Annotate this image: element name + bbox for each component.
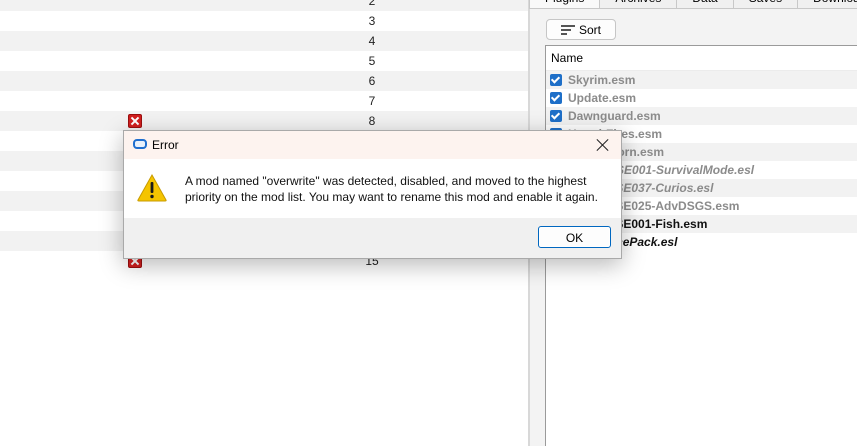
sort-button-label: Sort [578, 22, 601, 37]
mod-priority: 5 [368, 54, 376, 68]
dialog-message: A mod named "overwrite" was detected, di… [185, 174, 598, 204]
plugin-name: Skyrim.esm [568, 73, 636, 87]
mod-priority: 8 [368, 114, 376, 128]
dialog-title: Error [152, 138, 179, 152]
plugin-row[interactable]: Skyrim.esm [546, 71, 857, 89]
plugin-checkbox[interactable] [550, 74, 562, 86]
mod-priority: 7 [368, 94, 376, 108]
sort-icon [560, 24, 575, 36]
mod-priority: 4 [368, 34, 376, 48]
plugin-name: Dawnguard.esm [568, 109, 661, 123]
warning-icon [137, 174, 167, 202]
plugin-row[interactable]: Dawnguard.esm [546, 107, 857, 125]
plugin-checkbox[interactable] [550, 110, 562, 122]
plugin-name: Update.esm [568, 91, 637, 105]
tab-divider [530, 8, 857, 9]
app-icon [133, 139, 147, 149]
plugin-checkbox[interactable] [550, 92, 562, 104]
ok-button[interactable]: OK [538, 226, 611, 248]
mod-list-row[interactable]: 4 [0, 31, 528, 51]
mod-list-row[interactable]: 8 [0, 111, 528, 131]
mod-list-row[interactable]: 3 [0, 11, 528, 31]
mod-priority: 6 [368, 74, 376, 88]
tab-bar: Plugins Archives Data Saves Downloads [529, 0, 857, 9]
mod-list-row[interactable]: 5 [0, 51, 528, 71]
close-icon[interactable] [594, 136, 612, 154]
mod-priority: 3 [368, 14, 376, 28]
sort-button[interactable]: Sort [546, 19, 616, 40]
dialog-body: A mod named "overwrite" was detected, di… [124, 159, 621, 218]
dialog-titlebar[interactable]: Error [124, 131, 621, 159]
mod-list-row[interactable]: 6 [0, 71, 528, 91]
plugin-row[interactable]: Update.esm [546, 89, 857, 107]
mod-list-row[interactable]: 7 [0, 91, 528, 111]
plugin-column-header-name[interactable]: Name [546, 46, 857, 71]
error-dialog: Error A mod named "overwrite" was detect… [123, 130, 622, 259]
mod-priority: 2 [368, 0, 376, 8]
dialog-footer: OK [124, 218, 621, 258]
conflict-icon [128, 114, 142, 128]
mod-list-row[interactable]: 2 [0, 0, 528, 11]
